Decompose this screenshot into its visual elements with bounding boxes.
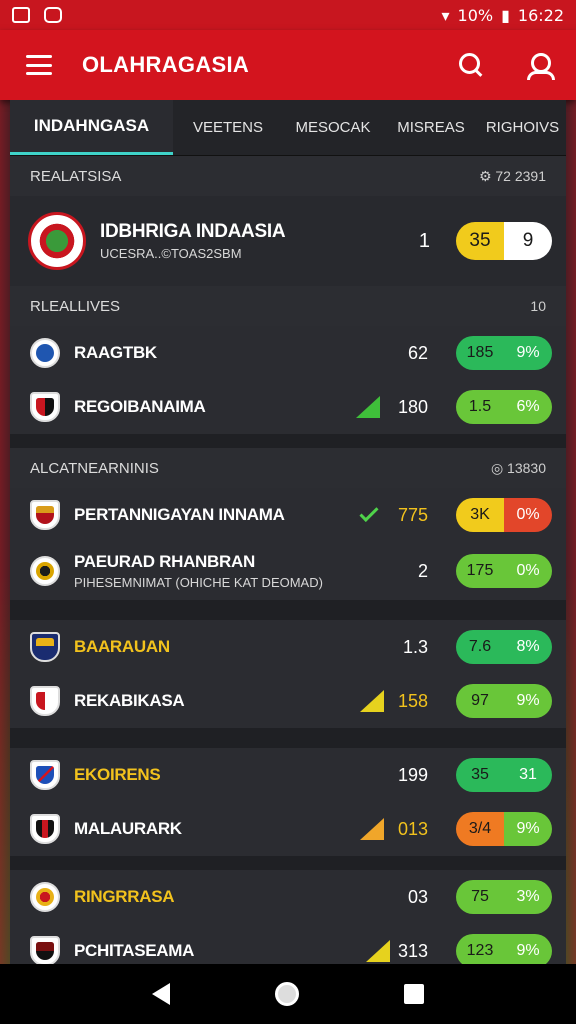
status-bar: ▾ 10% ▮ 16:22 — [0, 0, 576, 30]
odds-pill[interactable]: 35 9 — [456, 222, 552, 260]
team-crest-icon — [30, 882, 60, 912]
match-row[interactable]: EKOIRENS 199 35 31 — [10, 748, 566, 802]
home-icon[interactable] — [274, 982, 299, 1006]
tab-indahngasa[interactable]: INDAHNGASA — [10, 100, 173, 155]
scores-panel: INDAHNGASA VEETENS MESOCAK MISREAS RIGHO… — [10, 100, 566, 978]
team-name: REGOIBANAIMA — [74, 397, 206, 416]
divider — [10, 728, 566, 748]
odds-pill[interactable]: 3/4 9% — [456, 812, 552, 846]
section-header: ALCATNEARNINIS ◎ 13830 — [10, 448, 566, 488]
match-group: EKOIRENS 199 35 31 MALAURARK 013 3/4 9% — [10, 748, 566, 856]
match-row[interactable]: PAEURAD RHANBRAN PIHESEMNIMAT (OHICHE KAT… — [10, 542, 566, 600]
divider — [10, 434, 566, 448]
system-nav-bar — [0, 964, 576, 1024]
match-row[interactable]: REGOIBANAIMA 180 1.5 6% — [10, 380, 566, 434]
team-crest-icon — [30, 686, 60, 716]
section-title: REALATSISA — [30, 167, 122, 185]
recents-icon[interactable] — [403, 984, 424, 1004]
section-title: ALCATNEARNINIS — [30, 459, 159, 477]
team-crest-icon — [30, 936, 60, 966]
trend-up-icon — [360, 690, 384, 712]
score-value: 03 — [407, 886, 428, 907]
match-group: PERTANNIGAYAN INNAMA 775 3K 0% PAEURAD RH… — [10, 488, 566, 600]
team-crest-icon — [30, 632, 60, 662]
odds-pill[interactable]: 7.6 8% — [456, 630, 552, 664]
team-crest-icon — [30, 760, 60, 790]
divider — [10, 856, 566, 870]
odds-pill[interactable]: 123 9% — [456, 934, 552, 968]
team-subtitle: UCESRA..©TOAS2SBM — [100, 246, 242, 261]
app-title: OLAHRAGASIA — [82, 52, 250, 77]
section-meta: 10 — [530, 298, 546, 314]
tab-misreas[interactable]: MISREAS — [383, 100, 479, 155]
section-title: RLEALLIVES — [30, 297, 121, 315]
odds-pill[interactable]: 185 9% — [456, 336, 552, 370]
tab-bar: INDAHNGASA VEETENS MESOCAK MISREAS RIGHO… — [10, 100, 566, 156]
tab-veetens[interactable]: VEETENS — [173, 100, 283, 155]
signal-icon: ▾ — [441, 5, 450, 25]
team-crest-icon — [30, 556, 60, 586]
menu-icon[interactable] — [26, 55, 52, 75]
score-value: 2 — [417, 560, 428, 581]
team-name: REKABIKASA — [74, 691, 185, 710]
team-name: IDBHRIGA INDAASIA UCESRA..©TOAS2SBM — [100, 221, 370, 261]
section-header: REALATSISA ⚙ 72 2391 — [10, 156, 566, 196]
team-name: EKOIRENS — [74, 765, 161, 784]
app-bar: OLAHRAGASIA — [0, 30, 576, 100]
section-meta: ◎ 13830 — [490, 459, 546, 476]
team-name: MALAURARK — [74, 819, 182, 838]
match-row[interactable]: REKABIKASA 158 97 9% — [10, 674, 566, 728]
team-name: RAAGTBK — [74, 343, 157, 362]
team-crest-icon — [28, 212, 86, 270]
section-meta: ⚙ 72 2391 — [478, 167, 546, 184]
match-row[interactable]: BAARAUAN 1.3 7.6 8% — [10, 620, 566, 674]
trend-up-icon — [356, 396, 380, 418]
match-row[interactable]: RINGRRASA 03 75 3% — [10, 870, 566, 924]
team-crest-icon — [30, 500, 60, 530]
team-crest-icon — [30, 814, 60, 844]
clock: 16:22 — [517, 5, 564, 25]
search-icon[interactable] — [458, 52, 484, 78]
team-name: BAARAUAN — [74, 637, 170, 656]
tab-mesocak[interactable]: MESOCAK — [283, 100, 383, 155]
score-value: 199 — [397, 764, 428, 785]
match-row[interactable]: RAAGTBK 62 185 9% — [10, 326, 566, 380]
odds-pill[interactable]: 97 9% — [456, 684, 552, 718]
messenger-icon — [44, 7, 62, 23]
team-subtitle: PIHESEMNIMAT (OHICHE KAT DEOMAD) — [74, 575, 323, 590]
photo-icon — [12, 7, 30, 23]
odds-pill[interactable]: 3K 0% — [456, 498, 552, 532]
tab-righoivs[interactable]: RIGHOIVS — [479, 100, 566, 155]
odds-pill[interactable]: 35 31 — [456, 758, 552, 792]
trend-up-icon — [360, 818, 384, 840]
odds-pill[interactable]: 75 3% — [456, 880, 552, 914]
match-group: BAARAUAN 1.3 7.6 8% REKABIKASA 158 97 9% — [10, 620, 566, 728]
team-name: PERTANNIGAYAN INNAMA — [74, 505, 285, 524]
match-row[interactable]: MALAURARK 013 3/4 9% — [10, 802, 566, 856]
team-name: RINGRRASA — [74, 887, 175, 906]
score-value: 1 — [418, 229, 430, 252]
back-icon[interactable] — [152, 983, 171, 1005]
team-name: PAEURAD RHANBRAN PIHESEMNIMAT (OHICHE KAT… — [74, 552, 368, 590]
team-name: PCHITASEAMA — [74, 941, 195, 960]
divider — [10, 600, 566, 620]
odds-pill[interactable]: 175 0% — [456, 554, 552, 588]
score-value: 62 — [407, 342, 428, 363]
team-crest-icon — [30, 392, 60, 422]
featured-match[interactable]: IDBHRIGA INDAASIA UCESRA..©TOAS2SBM 1 35 9 — [10, 196, 566, 286]
team-crest-icon — [30, 338, 60, 368]
battery-icon: ▮ — [501, 5, 510, 25]
user-icon[interactable] — [526, 52, 555, 80]
match-row[interactable]: PERTANNIGAYAN INNAMA 775 3K 0% — [10, 488, 566, 542]
match-group: RINGRRASA 03 75 3% PCHITASEAMA 313 123 9% — [10, 870, 566, 978]
section-header: RLEALLIVES 10 — [10, 286, 566, 326]
battery-level: 10% — [457, 5, 494, 25]
match-group: RAAGTBK 62 185 9% REGOIBANAIMA 180 1.5 6% — [10, 326, 566, 434]
score-value: 1.3 — [402, 636, 428, 657]
trend-up-icon — [366, 940, 390, 962]
odds-pill[interactable]: 1.5 6% — [456, 390, 552, 424]
